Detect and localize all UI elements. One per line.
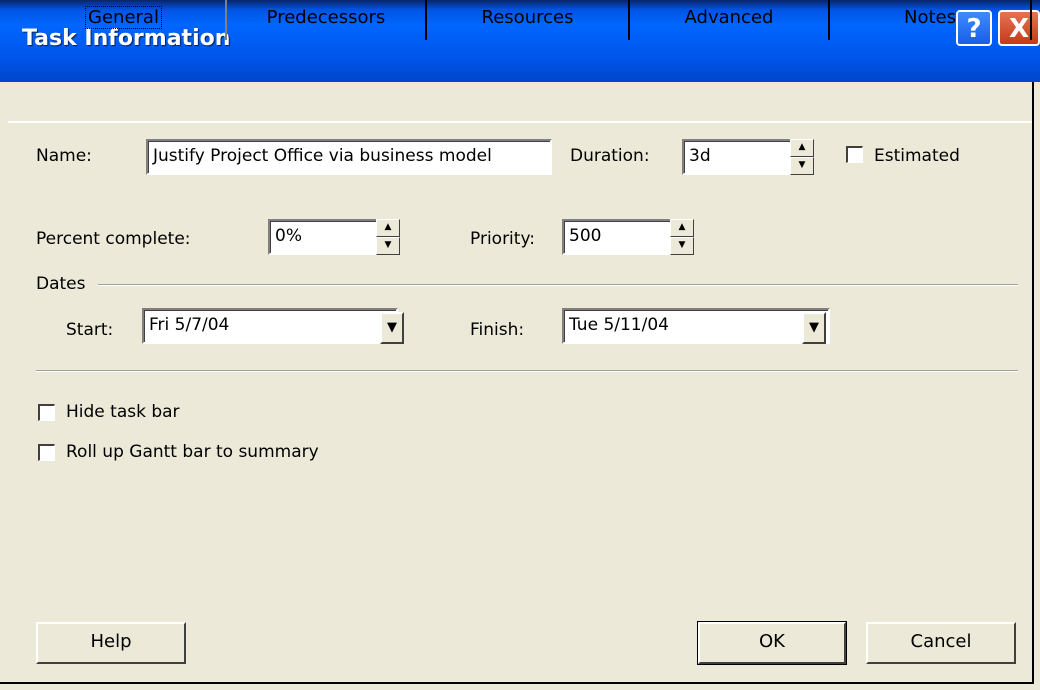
cancel-button[interactable]: Cancel xyxy=(866,622,1016,664)
dialog-right-edge xyxy=(1032,82,1034,682)
tab-predecessors-label: Predecessors xyxy=(266,7,386,28)
up-arrow-icon[interactable]: ▲ xyxy=(376,219,400,237)
down-arrow-icon[interactable]: ▼ xyxy=(376,237,400,255)
finish-date-field[interactable]: Tue 5/11/04 xyxy=(562,308,830,344)
hide-taskbar-checkbox[interactable] xyxy=(38,404,55,421)
name-field[interactable]: Justify Project Office via business mode… xyxy=(146,139,552,175)
down-arrow-icon[interactable]: ▼ xyxy=(670,237,694,255)
duration-field[interactable]: 3d xyxy=(682,139,792,175)
tab-advanced[interactable]: Advanced xyxy=(630,0,830,40)
ok-button[interactable]: OK xyxy=(697,621,847,665)
up-arrow-icon[interactable]: ▲ xyxy=(670,219,694,237)
dropdown-arrow-icon[interactable]: ▼ xyxy=(380,312,404,344)
duration-label: Duration: xyxy=(570,146,650,166)
tab-resources-label: Resources xyxy=(481,7,574,28)
dropdown-arrow-icon[interactable]: ▼ xyxy=(802,312,826,344)
finish-label: Finish: xyxy=(470,320,525,340)
tab-strip xyxy=(0,82,1040,122)
estimated-label: Estimated xyxy=(874,146,960,166)
dates-group-label: Dates xyxy=(36,274,86,294)
priority-label: Priority: xyxy=(470,229,535,249)
start-label: Start: xyxy=(66,320,114,340)
percent-complete-spinner[interactable]: ▲ ▼ xyxy=(376,219,400,255)
tab-resources[interactable]: Resources xyxy=(427,0,630,40)
tab-panel-top-edge xyxy=(8,121,1034,123)
percent-complete-field[interactable]: 0% xyxy=(268,219,378,255)
rollup-checkbox[interactable] xyxy=(38,444,55,461)
up-arrow-icon[interactable]: ▲ xyxy=(790,139,814,157)
duration-spinner[interactable]: ▲ ▼ xyxy=(790,139,814,175)
priority-spinner[interactable]: ▲ ▼ xyxy=(670,219,694,255)
start-date-field[interactable]: Fri 5/7/04 xyxy=(142,308,398,344)
percent-complete-label: Percent complete: xyxy=(36,229,191,249)
tab-advanced-label: Advanced xyxy=(684,7,774,28)
tab-general[interactable]: General xyxy=(22,0,227,40)
dates-separator xyxy=(98,284,1018,286)
tab-notes[interactable]: Notes xyxy=(830,0,1032,40)
priority-field[interactable]: 500 xyxy=(562,219,672,255)
tab-notes-label: Notes xyxy=(904,7,956,28)
down-arrow-icon[interactable]: ▼ xyxy=(790,157,814,175)
estimated-checkbox[interactable] xyxy=(846,146,863,163)
name-label: Name: xyxy=(36,146,92,166)
hide-taskbar-label: Hide task bar xyxy=(66,402,180,422)
dialog-bottom-edge xyxy=(0,682,1034,684)
help-button[interactable]: Help xyxy=(36,622,186,664)
section-separator xyxy=(36,370,1018,372)
tab-general-label: General xyxy=(85,6,162,29)
rollup-label: Roll up Gantt bar to summary xyxy=(66,442,319,462)
tab-predecessors[interactable]: Predecessors xyxy=(227,0,427,40)
